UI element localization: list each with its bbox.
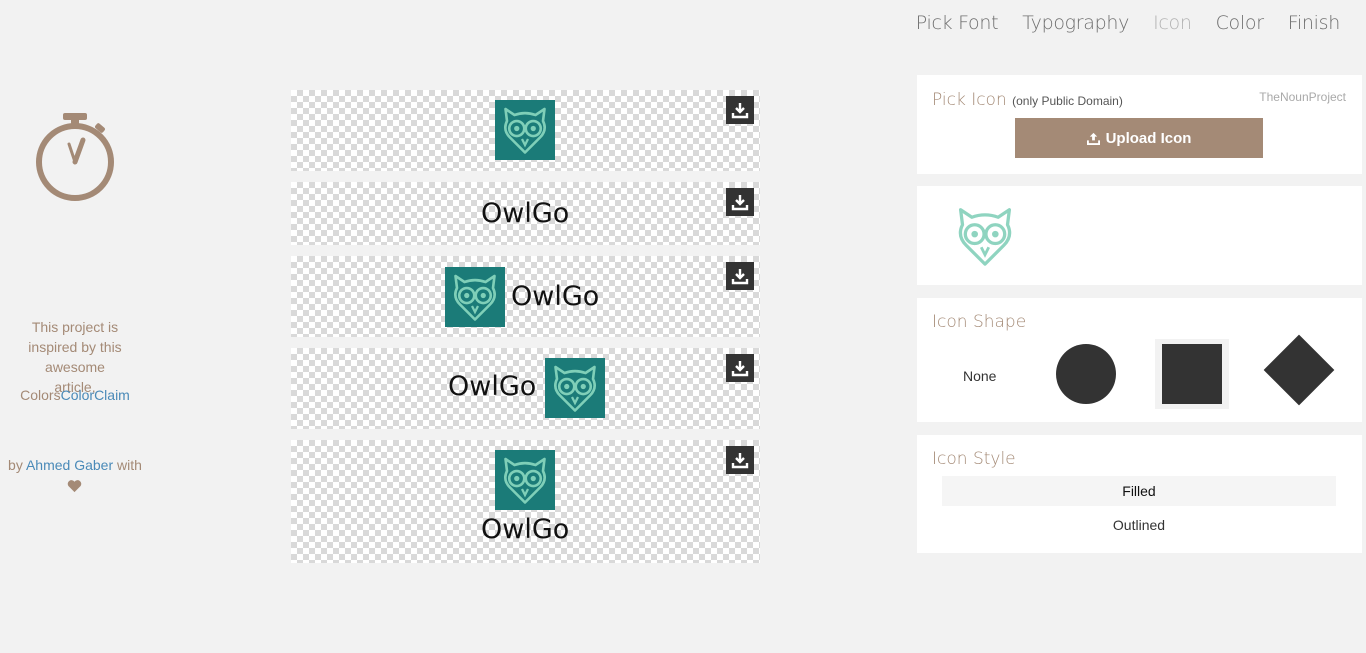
download-button[interactable] bbox=[726, 446, 754, 474]
brand-name: OwlGo bbox=[448, 371, 537, 402]
download-icon bbox=[731, 453, 749, 469]
owl-icon bbox=[504, 107, 546, 154]
upload-icon-label: Upload Icon bbox=[1105, 129, 1192, 147]
download-icon bbox=[731, 195, 749, 211]
colorclaim-link[interactable]: ColorClaim bbox=[61, 387, 130, 403]
download-button[interactable] bbox=[726, 96, 754, 124]
download-button[interactable] bbox=[726, 354, 754, 382]
pick-icon-title: Pick Icon (only Public Domain) bbox=[932, 90, 1123, 110]
upload-icon bbox=[1086, 132, 1100, 145]
pick-icon-subtitle: (only Public Domain) bbox=[1012, 94, 1123, 108]
icon-shape-title: Icon Shape bbox=[932, 312, 1027, 332]
nav-typography[interactable]: Typography bbox=[1022, 12, 1129, 34]
noun-project-link[interactable]: TheNounProject bbox=[1259, 90, 1346, 104]
preview-icon-top: OwlGo bbox=[291, 440, 760, 563]
preview-icon-right: OwlGo bbox=[291, 348, 760, 429]
download-button[interactable] bbox=[726, 262, 754, 290]
selected-icon-panel bbox=[917, 186, 1362, 285]
icon-style-panel: Icon Style Filled Outlined bbox=[917, 435, 1362, 553]
stopwatch-icon bbox=[33, 112, 117, 211]
shape-circle-option[interactable] bbox=[1056, 344, 1116, 404]
preview-icon-only bbox=[291, 90, 760, 171]
upload-icon-button[interactable]: Upload Icon bbox=[1015, 118, 1263, 158]
brand-name: OwlGo bbox=[481, 198, 570, 229]
nav-icon[interactable]: Icon bbox=[1153, 12, 1192, 34]
nav-color[interactable]: Color bbox=[1216, 12, 1264, 34]
icon-shape-panel: Icon Shape None bbox=[917, 298, 1362, 422]
style-filled-option[interactable]: Filled bbox=[942, 476, 1336, 506]
top-nav: Pick Font Typography Icon Color Finish bbox=[892, 12, 1341, 34]
nav-finish[interactable]: Finish bbox=[1288, 12, 1341, 34]
owl-icon bbox=[504, 457, 546, 504]
owl-icon bbox=[454, 274, 496, 321]
colors-credit: ColorsColorClaim bbox=[0, 387, 150, 403]
download-icon bbox=[731, 361, 749, 377]
author-credit: by Ahmed Gaber with bbox=[0, 457, 150, 473]
download-icon bbox=[731, 103, 749, 119]
owl-tile bbox=[495, 450, 555, 510]
shape-none-option[interactable]: None bbox=[963, 368, 996, 384]
icon-style-title: Icon Style bbox=[932, 449, 1016, 469]
nav-pick-font[interactable]: Pick Font bbox=[916, 12, 999, 34]
author-link[interactable]: Ahmed Gaber bbox=[26, 457, 113, 473]
brand-name: OwlGo bbox=[511, 281, 600, 312]
download-icon bbox=[731, 269, 749, 285]
owl-icon[interactable] bbox=[956, 206, 1014, 266]
shape-diamond-option[interactable] bbox=[1263, 334, 1335, 406]
preview-text-only: OwlGo bbox=[291, 182, 760, 245]
by-suffix: with bbox=[117, 457, 142, 473]
style-outlined-option[interactable]: Outlined bbox=[942, 510, 1336, 540]
pick-icon-heading: Pick Icon bbox=[932, 90, 1007, 110]
pick-icon-panel: Pick Icon (only Public Domain) TheNounPr… bbox=[917, 75, 1362, 174]
brand-name: OwlGo bbox=[481, 514, 570, 545]
shape-square-option[interactable] bbox=[1155, 339, 1229, 409]
colors-prefix: Colors bbox=[20, 387, 61, 403]
heart-icon bbox=[67, 479, 82, 498]
square-shape bbox=[1162, 344, 1222, 404]
owl-icon bbox=[554, 365, 596, 412]
by-prefix: by bbox=[8, 457, 23, 473]
preview-icon-left: OwlGo bbox=[291, 256, 760, 337]
owl-tile bbox=[545, 358, 605, 418]
owl-tile bbox=[495, 100, 555, 160]
inspired-text: This project is inspired by this awesome… bbox=[28, 319, 122, 395]
download-button[interactable] bbox=[726, 188, 754, 216]
owl-tile bbox=[445, 267, 505, 327]
